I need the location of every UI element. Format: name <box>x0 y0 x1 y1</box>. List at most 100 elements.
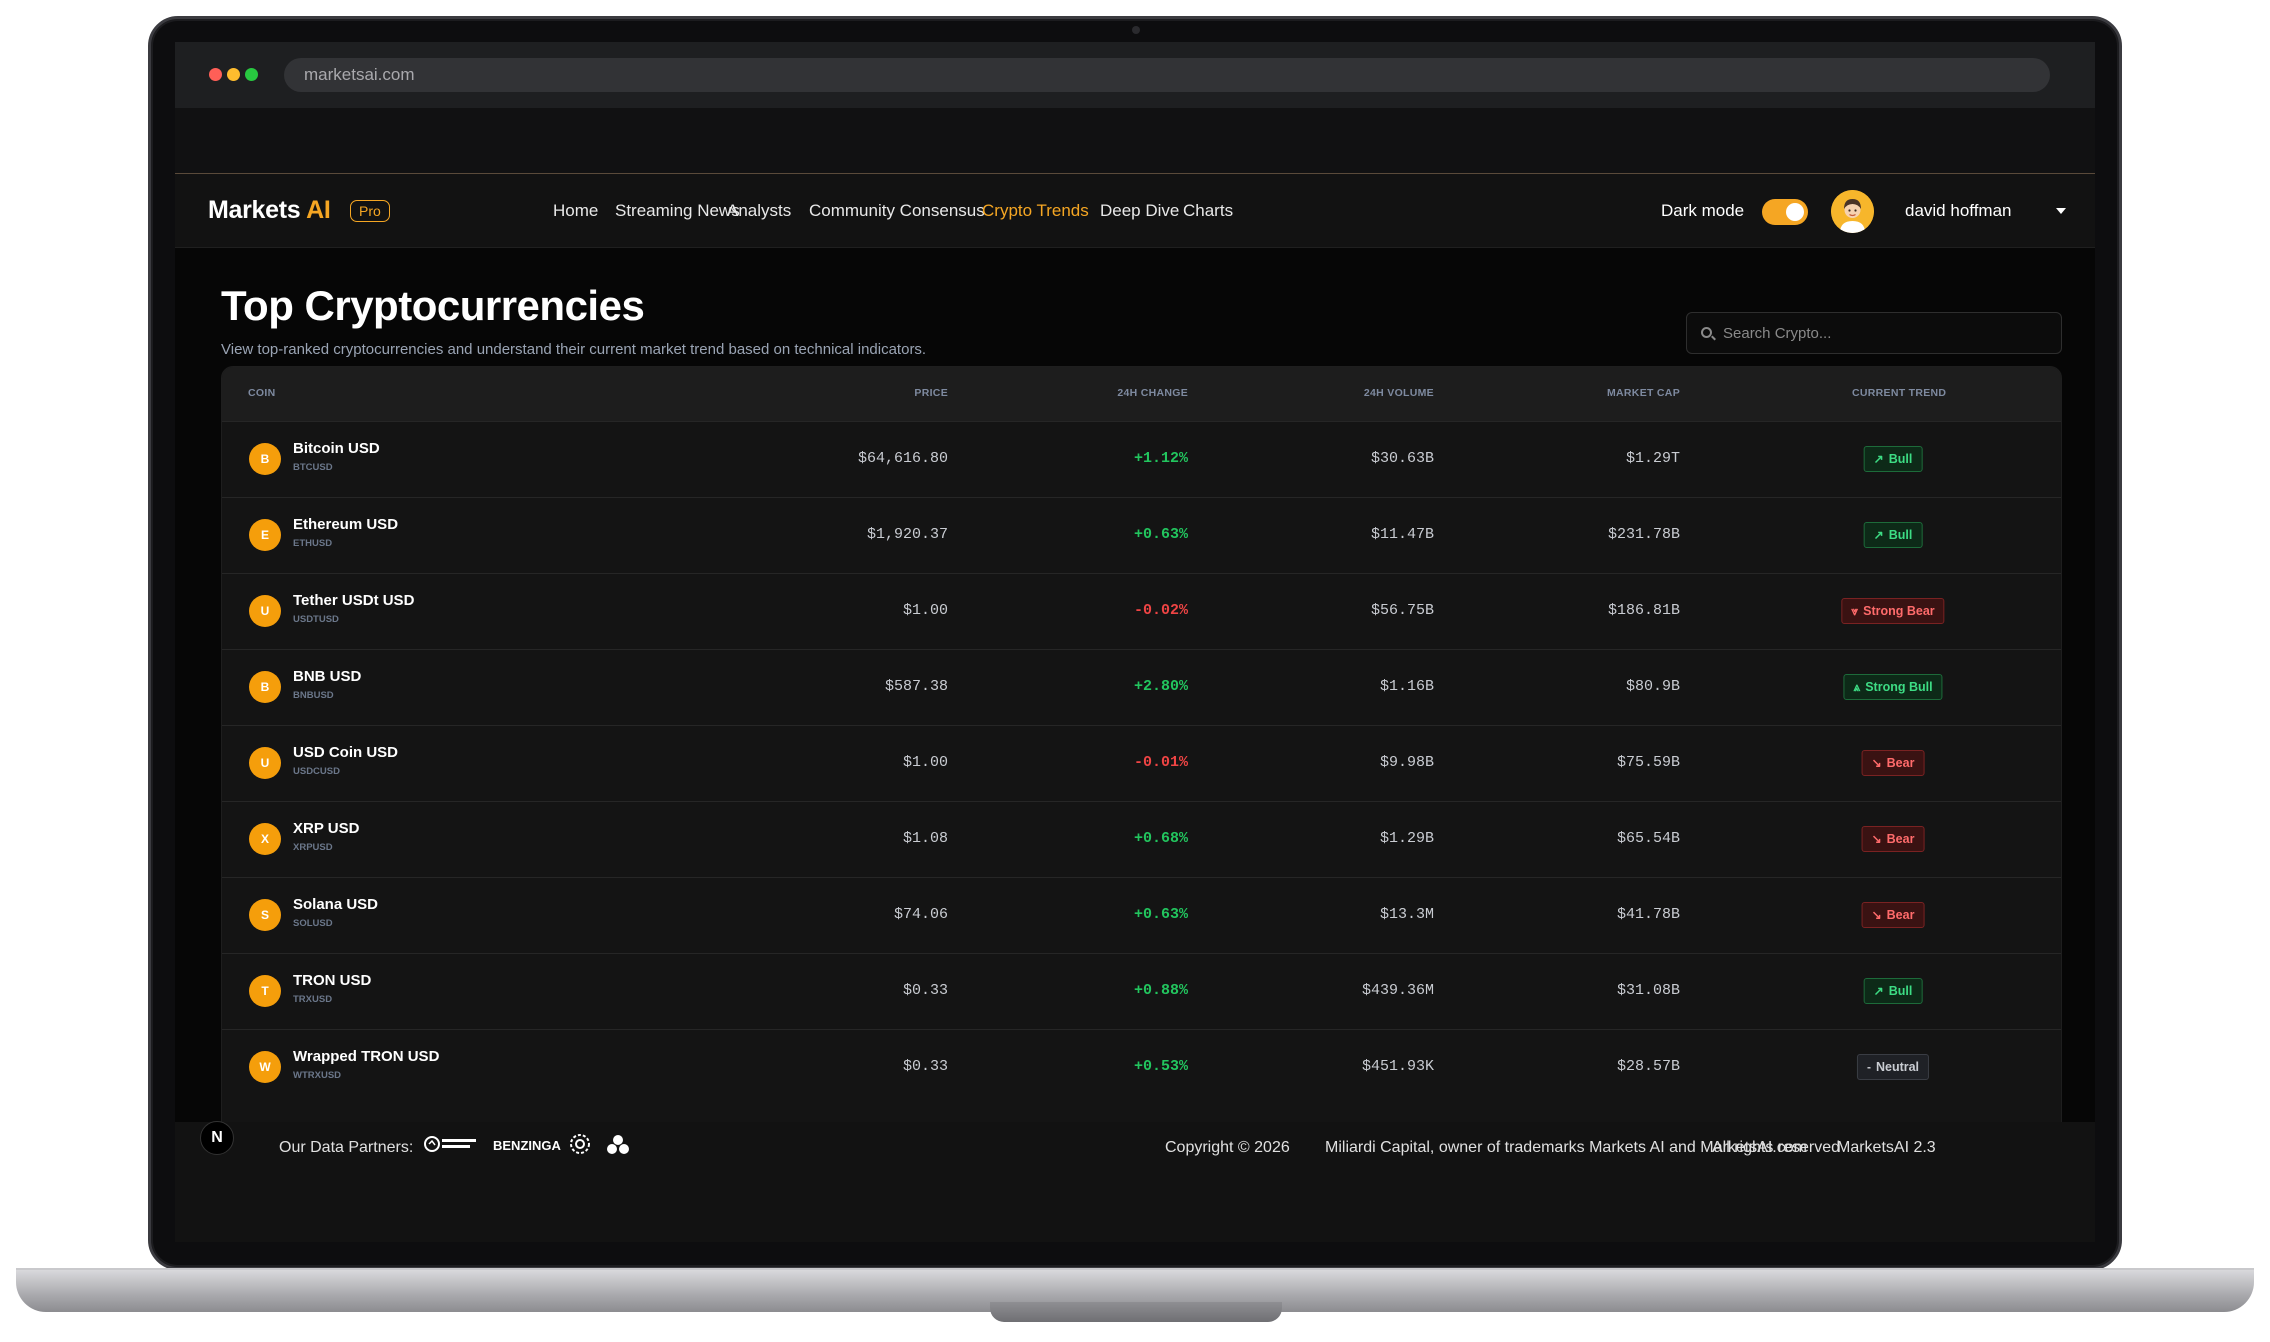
trend-badge: ↘ Bear <box>1861 750 1925 776</box>
partner-logo-analytics[interactable] <box>423 1133 479 1158</box>
nav-deep-dive[interactable]: Deep Dive <box>1100 201 1179 221</box>
coin-symbol: TRXUSD <box>293 994 333 1005</box>
window-maximize-button[interactable] <box>245 68 258 81</box>
coin-avatar: E <box>249 519 281 551</box>
dark-mode-label: Dark mode <box>1661 201 1745 220</box>
partner-logo-cluster[interactable] <box>606 1133 630 1160</box>
trend-badge: ↘ Bear <box>1861 902 1925 928</box>
coin-name[interactable]: BNB USD <box>293 668 361 685</box>
market-cap-cell: $28.57B <box>1616 1058 1680 1075</box>
partner-logo-brain[interactable] <box>568 1132 592 1159</box>
coin-name[interactable]: Tether USDt USD <box>293 592 414 609</box>
partners-label: Our Data Partners: <box>279 1139 414 1156</box>
nav-crypto-trends[interactable]: Crypto Trends <box>982 201 1089 221</box>
address-bar[interactable]: marketsai.com <box>284 58 2050 92</box>
header-market-cap[interactable]: MARKET CAP <box>1607 387 1680 399</box>
coin-symbol: BNBUSD <box>293 690 334 701</box>
coin-symbol: XRPUSD <box>293 842 333 853</box>
nav-charts[interactable]: Charts <box>1183 201 1233 221</box>
change-cell: +0.63% <box>1133 906 1188 923</box>
trend-label: Bull <box>1888 528 1913 542</box>
market-cap-cell: $231.78B <box>1607 526 1680 543</box>
search-box[interactable] <box>1686 312 2062 354</box>
coin-avatar: S <box>249 899 281 931</box>
window-minimize-button[interactable] <box>227 68 240 81</box>
volume-cell: $451.93K <box>1361 1058 1434 1075</box>
top-navbar: Markets AI Pro Home Streaming News Analy… <box>175 174 2095 248</box>
avatar[interactable] <box>1831 190 1874 233</box>
search-input[interactable] <box>1723 313 2053 353</box>
footer: N Our Data Partners: BENZINGA Copyright … <box>175 1121 2095 1242</box>
table-header: COIN PRICE 24H CHANGE 24H VOLUME MARKET … <box>222 367 2061 421</box>
table-row[interactable]: E Ethereum USD ETHUSD $1,920.37 +0.63% $11.47… <box>222 497 2061 573</box>
n-badge[interactable]: N <box>200 1121 234 1155</box>
crypto-table: COIN PRICE 24H CHANGE 24H VOLUME MARKET … <box>221 366 2062 1126</box>
laptop-notch <box>990 1302 1282 1322</box>
volume-cell: $30.63B <box>1370 450 1434 467</box>
dark-mode-toggle[interactable] <box>1762 199 1808 225</box>
trend-arrow-icon: ↗ <box>1873 528 1884 542</box>
coin-avatar: U <box>249 595 281 627</box>
coin-avatar: W <box>249 1051 281 1083</box>
table-row[interactable]: X XRP USD XRPUSD $1.08 +0.68% $1.29B $65.54B ↘ B… <box>222 801 2061 877</box>
trend-arrow-icon: ⩔ <box>1851 604 1859 618</box>
toggle-knob <box>1786 203 1804 221</box>
version-text: MarketsAI 2.3 <box>1837 1139 1936 1156</box>
trend-badge: - Neutral <box>1856 1054 1930 1080</box>
nav-analysts[interactable]: Analysts <box>727 201 791 221</box>
coin-name[interactable]: XRP USD <box>293 820 359 837</box>
trend-badge: ↗ Bull <box>1863 446 1923 472</box>
table-row[interactable]: S Solana USD SOLUSD $74.06 +0.63% $13.3M $41.7… <box>222 877 2061 953</box>
trend-arrow-icon: ↗ <box>1873 984 1884 998</box>
coin-avatar: T <box>249 975 281 1007</box>
trend-badge: ↘ Bear <box>1861 826 1925 852</box>
nav-community-consensus[interactable]: Community Consensus <box>809 201 985 221</box>
change-cell: +0.63% <box>1133 526 1188 543</box>
volume-cell: $1.16B <box>1379 678 1434 695</box>
trend-badge: ↗ Bull <box>1863 978 1923 1004</box>
table-row[interactable]: U Tether USDt USD USDTUSD $1.00 -0.02% $56.75… <box>222 573 2061 649</box>
volume-cell: $9.98B <box>1379 754 1434 771</box>
change-cell: +0.68% <box>1133 830 1188 847</box>
header-24h-change[interactable]: 24H CHANGE <box>1117 387 1188 399</box>
volume-cell: $439.36M <box>1361 982 1434 999</box>
coin-name[interactable]: USD Coin USD <box>293 744 398 761</box>
table-row[interactable]: B Bitcoin USD BTCUSD $64,616.80 +1.12% $30.63… <box>222 421 2061 497</box>
page-subtitle: View top-ranked cryptocurrencies and und… <box>221 341 927 358</box>
copyright-text: Copyright © 2026 <box>1165 1139 1290 1156</box>
chevron-down-icon[interactable] <box>2056 208 2066 214</box>
header-coin[interactable]: COIN <box>248 387 275 399</box>
price-cell: $1,920.37 <box>866 526 948 543</box>
price-cell: $1.08 <box>902 830 948 847</box>
market-cap-cell: $75.59B <box>1616 754 1680 771</box>
coin-avatar: U <box>249 747 281 779</box>
trend-arrow-icon: ⩓ <box>1853 680 1861 694</box>
coin-name[interactable]: TRON USD <box>293 972 371 989</box>
coin-name[interactable]: Bitcoin USD <box>293 440 380 457</box>
table-row[interactable]: U USD Coin USD USDCUSD $1.00 -0.01% $9.98B $75… <box>222 725 2061 801</box>
volume-cell: $11.47B <box>1370 526 1434 543</box>
trend-label: Bear <box>1886 756 1915 770</box>
market-cap-cell: $1.29T <box>1625 450 1680 467</box>
coin-name[interactable]: Wrapped TRON USD <box>293 1048 439 1065</box>
coin-name[interactable]: Ethereum USD <box>293 516 398 533</box>
change-cell: +0.53% <box>1133 1058 1188 1075</box>
rights-text: All rights reserved <box>1712 1139 1841 1156</box>
header-24h-volume[interactable]: 24H VOLUME <box>1364 387 1434 399</box>
user-name[interactable]: david hoffman <box>1905 201 2011 221</box>
trend-label: Strong Bear <box>1863 604 1935 618</box>
table-row[interactable]: T TRON USD TRXUSD $0.33 +0.88% $439.36M $31.08… <box>222 953 2061 1029</box>
table-row[interactable]: B BNB USD BNBUSD $587.38 +2.80% $1.16B $80.9B ⩓… <box>222 649 2061 725</box>
coin-name[interactable]: Solana USD <box>293 896 378 913</box>
coin-symbol: ETHUSD <box>293 538 333 549</box>
partner-logo-benzinga[interactable]: BENZINGA <box>493 1138 561 1153</box>
nav-streaming-news[interactable]: Streaming News <box>615 201 740 221</box>
nav-home[interactable]: Home <box>553 201 598 221</box>
header-price[interactable]: PRICE <box>914 387 948 399</box>
header-current-trend[interactable]: CURRENT TREND <box>1852 387 1946 399</box>
price-cell: $64,616.80 <box>857 450 948 467</box>
table-row[interactable]: W Wrapped TRON USD WTRXUSD $0.33 +0.53% $451.… <box>222 1029 2061 1105</box>
coin-symbol: USDCUSD <box>293 766 340 777</box>
brand-logo[interactable]: Markets AI <box>208 196 331 225</box>
window-close-button[interactable] <box>209 68 222 81</box>
